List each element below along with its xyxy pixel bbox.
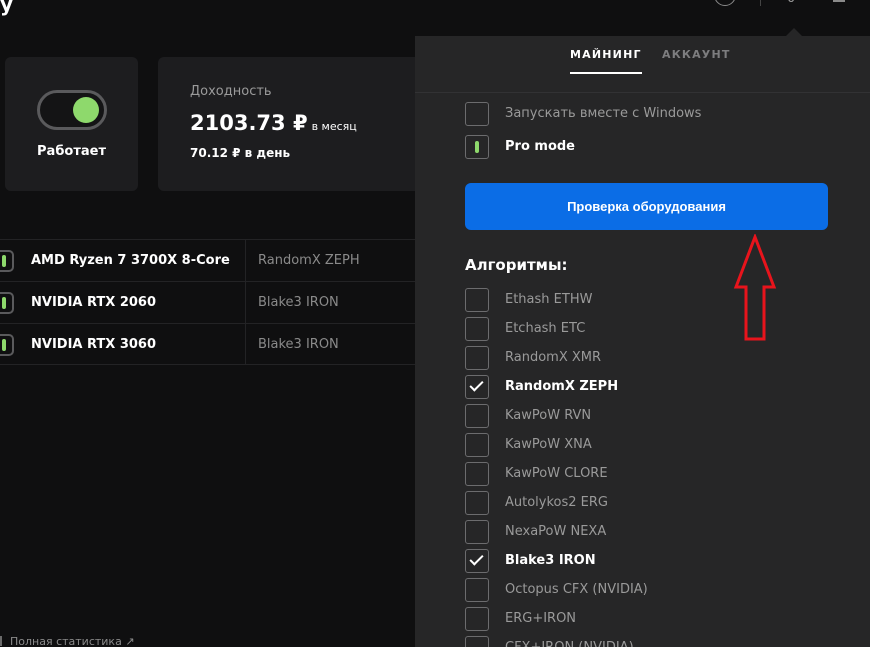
algorithm-checkbox[interactable]	[465, 433, 489, 457]
algorithm-checkbox[interactable]	[465, 462, 489, 486]
device-name: AMD Ryzen 7 3700X 8-Core	[31, 253, 230, 268]
algorithm-checkbox[interactable]	[465, 549, 489, 573]
device-algorithm[interactable]: Blake3 IRON	[258, 337, 339, 352]
device-enabled-indicator	[2, 339, 6, 351]
algorithms-title: Алгоритмы:	[465, 256, 568, 274]
header-divider	[760, 0, 761, 6]
algorithm-checkbox[interactable]	[465, 491, 489, 515]
full-stats-link[interactable]: Полная статистика ↗	[0, 635, 135, 647]
panel-tabs: МАЙНИНГ АККАУНТ	[415, 36, 870, 93]
device-enabled-indicator	[2, 255, 6, 267]
tab-mining[interactable]: МАЙНИНГ	[570, 48, 642, 74]
column-divider	[245, 240, 246, 281]
income-monthly-unit: в месяц	[311, 120, 357, 133]
settings-panel: МАЙНИНГ АККАУНТ Запускать вместе с Windo…	[415, 36, 870, 647]
mining-toggle[interactable]	[37, 90, 107, 130]
algorithm-checkbox[interactable]	[465, 317, 489, 341]
algorithm-checkbox[interactable]	[465, 375, 489, 399]
algorithm-checkbox[interactable]	[465, 578, 489, 602]
device-toggle[interactable]	[0, 250, 14, 272]
status-card: Работает	[5, 57, 138, 191]
algorithm-checkbox[interactable]	[465, 607, 489, 631]
panel-caret	[786, 28, 802, 36]
app-title-fragment: у	[0, 0, 14, 16]
algorithm-label: Ethash ETHW	[505, 292, 593, 307]
algorithm-checkbox[interactable]	[465, 520, 489, 544]
algorithm-label: Autolykos2 ERG	[505, 495, 609, 510]
checkmark-icon	[469, 551, 484, 566]
device-row[interactable]: AMD Ryzen 7 3700X 8-Core RandomX ZEPH	[0, 239, 415, 281]
device-name: NVIDIA RTX 3060	[31, 337, 157, 352]
tab-account[interactable]: АККАУНТ	[662, 48, 731, 72]
algorithm-label: Blake3 IRON	[505, 553, 596, 568]
algorithm-checkbox[interactable]	[465, 636, 489, 647]
algorithm-label: CFX+IRON (NVIDIA)	[505, 640, 634, 647]
algorithm-checkbox[interactable]	[465, 288, 489, 312]
algorithm-label: KawPoW RVN	[505, 408, 592, 423]
pro-mode-label: Pro mode	[505, 139, 575, 154]
link-bar-icon	[0, 636, 2, 646]
device-enabled-indicator	[2, 297, 6, 309]
income-title: Доходность	[190, 84, 272, 99]
algorithm-label: Etchash ETC	[505, 321, 586, 336]
column-divider	[245, 324, 246, 364]
device-name: NVIDIA RTX 2060	[31, 295, 157, 310]
income-monthly-value: 2103.73 ₽	[190, 111, 308, 135]
device-toggle[interactable]	[0, 334, 14, 356]
algorithm-label: KawPoW CLORE	[505, 466, 608, 481]
device-toggle[interactable]	[0, 292, 14, 314]
checkmark-icon	[469, 377, 484, 392]
help-icon[interactable]	[714, 0, 736, 6]
device-row[interactable]: NVIDIA RTX 3060 Blake3 IRON	[0, 323, 415, 365]
income-card: Доходность 2103.73 ₽ в месяц 70.12 ₽ в де…	[158, 57, 415, 191]
algorithm-label: KawPoW XNA	[505, 437, 592, 452]
device-table: AMD Ryzen 7 3700X 8-Core RandomX ZEPH NVID…	[0, 239, 415, 365]
autostart-label: Запускать вместе с Windows	[505, 106, 702, 121]
algorithm-checkbox[interactable]	[465, 404, 489, 428]
notification-counter[interactable]: 0	[787, 0, 795, 6]
check-hardware-button[interactable]: Проверка оборудования	[465, 183, 828, 230]
column-divider	[245, 282, 246, 323]
full-stats-label: Полная статистика ↗	[10, 635, 135, 647]
toggle-knob	[73, 97, 99, 123]
minimize-icon[interactable]	[833, 0, 845, 2]
device-row[interactable]: NVIDIA RTX 2060 Blake3 IRON	[0, 281, 415, 323]
device-algorithm[interactable]: Blake3 IRON	[258, 295, 339, 310]
device-algorithm[interactable]: RandomX ZEPH	[258, 253, 360, 268]
pro-mode-toggle[interactable]	[465, 135, 489, 159]
algorithm-checkbox[interactable]	[465, 346, 489, 370]
algorithm-label: RandomX ZEPH	[505, 379, 619, 394]
income-monthly: 2103.73 ₽ в месяц	[190, 111, 357, 135]
pro-mode-indicator	[475, 141, 479, 153]
algorithm-label: NexaPoW NEXA	[505, 524, 607, 539]
algorithm-label: RandomX XMR	[505, 350, 602, 365]
algorithm-label: ERG+IRON	[505, 611, 577, 626]
autostart-checkbox[interactable]	[465, 102, 489, 126]
status-label: Работает	[37, 144, 106, 159]
algorithm-label: Octopus CFX (NVIDIA)	[505, 582, 648, 597]
annotation-arrow-icon	[733, 234, 777, 341]
income-daily: 70.12 ₽ в день	[190, 146, 291, 160]
